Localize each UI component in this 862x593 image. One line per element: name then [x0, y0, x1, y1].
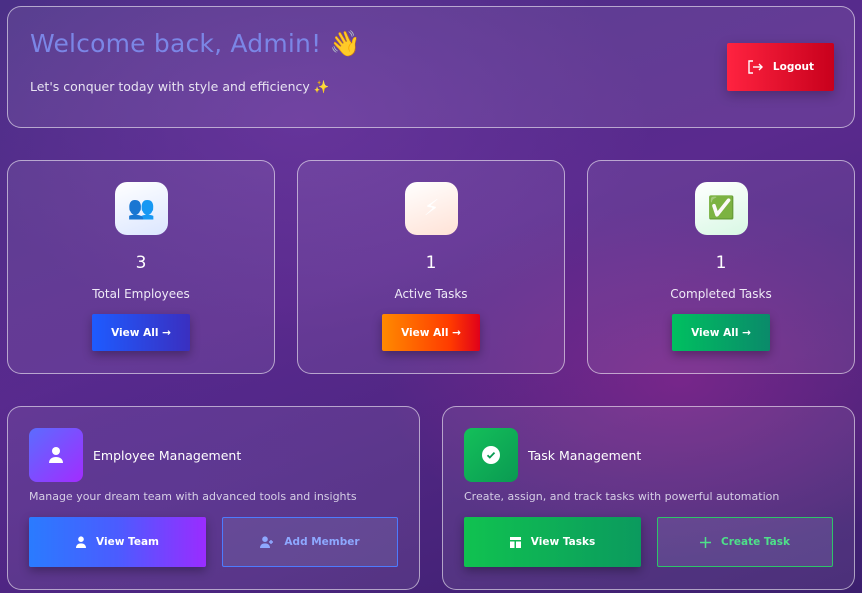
logout-label: Logout — [772, 61, 815, 73]
welcome-header: Welcome back, Admin! 👋 Let's conquer tod… — [7, 6, 855, 128]
user-icon — [29, 428, 83, 482]
people-icon: 👥 — [115, 182, 168, 235]
view-tasks-button[interactable]: View Tasks — [464, 517, 641, 567]
stat-value: 3 — [135, 253, 147, 273]
stat-value: 1 — [715, 253, 727, 273]
stat-card-employees: 👥 3 Total Employees View All → — [7, 160, 275, 374]
board-icon — [509, 536, 521, 548]
task-management-description: Create, assign, and track tasks with pow… — [464, 490, 780, 503]
view-tasks-label: View Tasks — [530, 536, 596, 548]
create-task-label: Create Task — [720, 536, 790, 548]
stat-card-active-tasks: ⚡ 1 Active Tasks View All → — [297, 160, 565, 374]
user-plus-icon — [260, 536, 274, 548]
view-all-completed-tasks-button[interactable]: View All → — [672, 314, 770, 351]
view-team-label: View Team — [96, 536, 159, 548]
lightning-icon: ⚡ — [405, 182, 458, 235]
stat-label: Active Tasks — [394, 287, 468, 301]
view-all-active-tasks-button[interactable]: View All → — [382, 314, 480, 351]
stat-value: 1 — [425, 253, 437, 273]
check-mark-icon: ✅ — [695, 182, 748, 235]
stat-card-completed-tasks: ✅ 1 Completed Tasks View All → — [587, 160, 855, 374]
welcome-title: Welcome back, Admin! 👋 — [30, 29, 361, 58]
logout-icon — [747, 60, 763, 74]
task-management-title: Task Management — [528, 448, 642, 463]
employee-management-card: Employee Management Manage your dream te… — [7, 406, 420, 590]
create-task-button[interactable]: Create Task — [657, 517, 833, 567]
welcome-subtitle: Let's conquer today with style and effic… — [30, 79, 330, 94]
task-management-card: Task Management Create, assign, and trac… — [442, 406, 855, 590]
view-all-employees-button[interactable]: View All → — [92, 314, 190, 351]
logout-button[interactable]: Logout — [727, 43, 834, 91]
check-circle-icon — [464, 428, 518, 482]
stat-label: Total Employees — [92, 287, 190, 301]
view-team-button[interactable]: View Team — [29, 517, 206, 567]
user-icon — [76, 536, 87, 548]
stat-label: Completed Tasks — [670, 287, 772, 301]
employee-management-description: Manage your dream team with advanced too… — [29, 490, 357, 503]
add-member-label: Add Member — [284, 536, 360, 548]
plus-icon — [699, 536, 711, 548]
employee-management-title: Employee Management — [93, 448, 242, 463]
add-member-button[interactable]: Add Member — [222, 517, 398, 567]
